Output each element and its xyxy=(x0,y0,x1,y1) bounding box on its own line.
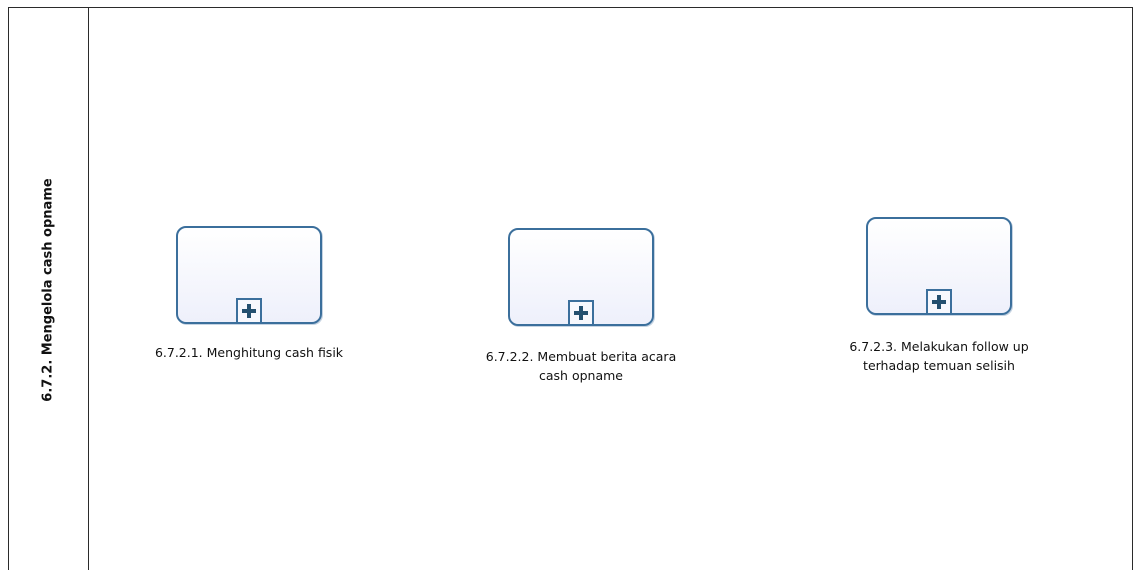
diagram-canvas: 6.7.2. Mengelola cash opname 6.7.2.1. Me… xyxy=(0,0,1135,570)
subprocess-task-2[interactable] xyxy=(508,228,654,326)
plus-square-icon[interactable] xyxy=(568,300,594,326)
subprocess-task-1-label: 6.7.2.1. Menghitung cash fisik xyxy=(154,345,344,360)
subprocess-task-2-label: 6.7.2.2. Membuat berita acara cash opnam… xyxy=(485,349,677,383)
subprocess-task-3-label: 6.7.2.3. Melakukan follow up terhadap te… xyxy=(849,339,1029,373)
subprocess-task-3[interactable] xyxy=(866,217,1012,315)
lane-title: 6.7.2. Mengelola cash opname xyxy=(40,178,56,402)
plus-square-icon[interactable] xyxy=(926,289,952,315)
plus-square-icon[interactable] xyxy=(236,298,262,324)
subprocess-task-1[interactable] xyxy=(176,226,322,324)
